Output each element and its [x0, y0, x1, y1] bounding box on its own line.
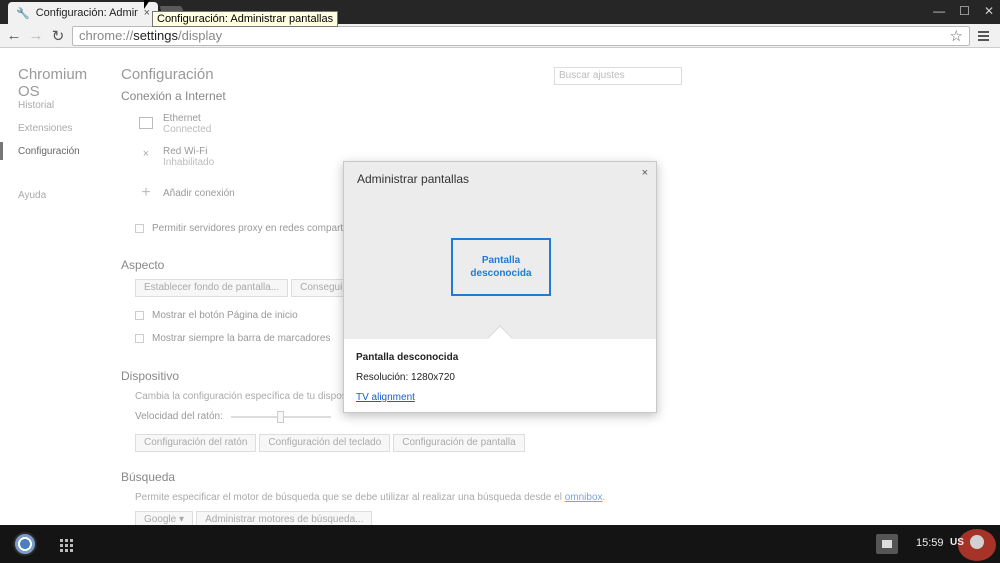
section-internet-heading: Conexión a Internet	[121, 89, 226, 103]
display-box[interactable]: Pantalla desconocida	[451, 238, 551, 296]
chevron-down-icon: ▾	[179, 514, 185, 525]
back-arrow-icon[interactable]: ←	[6, 27, 22, 44]
home-button-label: Mostrar el botón Página de inicio	[152, 310, 298, 321]
bookmark-star-icon[interactable]: ☆	[950, 27, 963, 45]
mouse-speed-slider[interactable]	[230, 410, 331, 423]
ethernet-status: Connected	[163, 124, 212, 135]
wifi-status: Inhabilitado	[163, 157, 215, 168]
wrench-icon: 🔧	[16, 7, 30, 20]
proxy-checkbox-row[interactable]: Permitir servidores proxy en redes compa…	[135, 223, 343, 234]
sidebar-item-history[interactable]: Historial	[18, 100, 54, 111]
omnibox[interactable]: chrome://settings/display ☆	[72, 25, 970, 46]
dialog-details: Pantalla desconocida Resolución: 1280x72…	[356, 352, 458, 403]
tv-alignment-link[interactable]: TV alignment	[356, 392, 458, 403]
url-scheme: chrome://	[79, 28, 134, 43]
manage-search-engines-button[interactable]: Administrar motores de búsqueda...	[196, 511, 373, 525]
proxy-label: Permitir servidores proxy en redes compa…	[152, 223, 344, 234]
maximize-icon[interactable]: ☐	[959, 4, 970, 18]
section-appearance-heading: Aspecto	[121, 258, 165, 272]
home-button-checkbox[interactable]	[135, 311, 144, 320]
omnibox-link[interactable]: omnibox	[565, 492, 603, 503]
menu-icon[interactable]	[976, 30, 994, 41]
url-host: settings	[133, 28, 178, 43]
search-description-text: Permite especificar el motor de búsqueda…	[135, 492, 562, 503]
device-buttons: Configuración del ratón Configuración de…	[135, 434, 525, 452]
mouse-speed-row: Velocidad del ratón:	[135, 410, 331, 423]
mouse-speed-thumb[interactable]	[276, 410, 284, 423]
ethernet-icon	[139, 117, 153, 129]
keyboard-settings-button[interactable]: Configuración del teclado	[259, 434, 391, 452]
home-button-row[interactable]: Mostrar el botón Página de inicio	[135, 310, 298, 321]
sidebar-item-settings[interactable]: Configuración	[18, 146, 80, 157]
section-search-heading: Búsqueda	[121, 470, 176, 484]
input-method-indicator[interactable]: US	[950, 537, 964, 548]
tab-strip: 🔧 Configuración: Administrar pantallas ×…	[0, 0, 1000, 24]
display-name: Pantalla desconocida	[356, 352, 459, 363]
search-engine-select[interactable]: Google ▾	[135, 511, 194, 525]
plus-icon: +	[141, 184, 151, 201]
sidebar-active-indicator	[0, 142, 3, 160]
browser-toolbar: ← → ↻ chrome://settings/display ☆	[0, 24, 1000, 48]
ethernet-name: Ethernet	[163, 113, 201, 124]
window-controls: — ☐ ✕	[933, 4, 994, 18]
sidebar-item-extensions[interactable]: Extensiones	[18, 123, 72, 134]
wifi-disabled-icon: ×	[142, 148, 150, 160]
mouse-cursor-icon	[144, 0, 150, 9]
display-resolution: Resolución: 1280x720	[356, 372, 455, 383]
clock[interactable]: 15:59	[916, 537, 944, 549]
mouse-settings-button[interactable]: Configuración del ratón	[135, 434, 257, 452]
dialog-title: Administrar pantallas	[357, 172, 470, 186]
brand-title: Chromium OS	[18, 66, 88, 100]
network-wifi[interactable]: × Red Wi-Fi Inhabilitado	[139, 146, 214, 168]
search-description: Permite especificar el motor de búsqueda…	[135, 492, 605, 503]
notification-icon[interactable]	[876, 534, 898, 554]
device-description: Cambia la configuración específica de tu…	[135, 391, 347, 402]
mouse-speed-label: Velocidad del ratón:	[135, 411, 223, 422]
network-ethernet[interactable]: Ethernet Connected	[139, 113, 211, 135]
sidebar-item-help[interactable]: Ayuda	[18, 190, 46, 201]
bookmarks-bar-label: Mostrar siempre la barra de marcadores	[152, 333, 331, 344]
url-path: /display	[178, 28, 223, 43]
wifi-name: Red Wi-Fi	[163, 146, 208, 157]
add-connection[interactable]: + Añadir conexión	[139, 184, 235, 201]
app-launcher-icon[interactable]	[60, 539, 73, 552]
manage-displays-dialog: Administrar pantallas × Pantalla descono…	[343, 161, 657, 413]
chromium-icon[interactable]	[13, 532, 37, 556]
display-settings-button[interactable]: Configuración de pantalla	[393, 434, 525, 452]
close-window-icon[interactable]: ✕	[984, 4, 994, 18]
close-icon[interactable]: ×	[642, 167, 648, 179]
tab-tooltip: Configuración: Administrar pantallas	[152, 11, 339, 27]
forward-arrow-icon[interactable]: →	[28, 27, 44, 44]
minimize-icon[interactable]: —	[933, 4, 945, 18]
shelf: 15:59 US	[0, 525, 1000, 563]
search-description-end: .	[602, 492, 606, 503]
search-engine-row: Google ▾ Administrar motores de búsqueda…	[135, 511, 373, 525]
dialog-display-area: Administrar pantallas × Pantalla descono…	[344, 162, 656, 339]
tab-settings[interactable]: 🔧 Configuración: Administrar pantallas ×	[8, 2, 158, 24]
appearance-buttons: Establecer fondo de pantalla... Consegui…	[135, 279, 361, 297]
add-connection-label: Añadir conexión	[163, 187, 235, 199]
reload-icon[interactable]: ↻	[50, 28, 66, 45]
bookmarks-bar-checkbox[interactable]	[135, 334, 144, 343]
wallpaper-button[interactable]: Establecer fondo de pantalla...	[135, 279, 289, 297]
tab-title: Configuración: Administrar pantallas	[35, 7, 138, 19]
search-engine-value: Google	[144, 514, 177, 525]
sidebar: Chromium OS Historial Extensiones Config…	[0, 49, 110, 525]
section-device-heading: Dispositivo	[121, 369, 180, 383]
proxy-checkbox[interactable]	[135, 224, 144, 233]
bookmarks-bar-row[interactable]: Mostrar siempre la barra de marcadores	[135, 333, 330, 344]
